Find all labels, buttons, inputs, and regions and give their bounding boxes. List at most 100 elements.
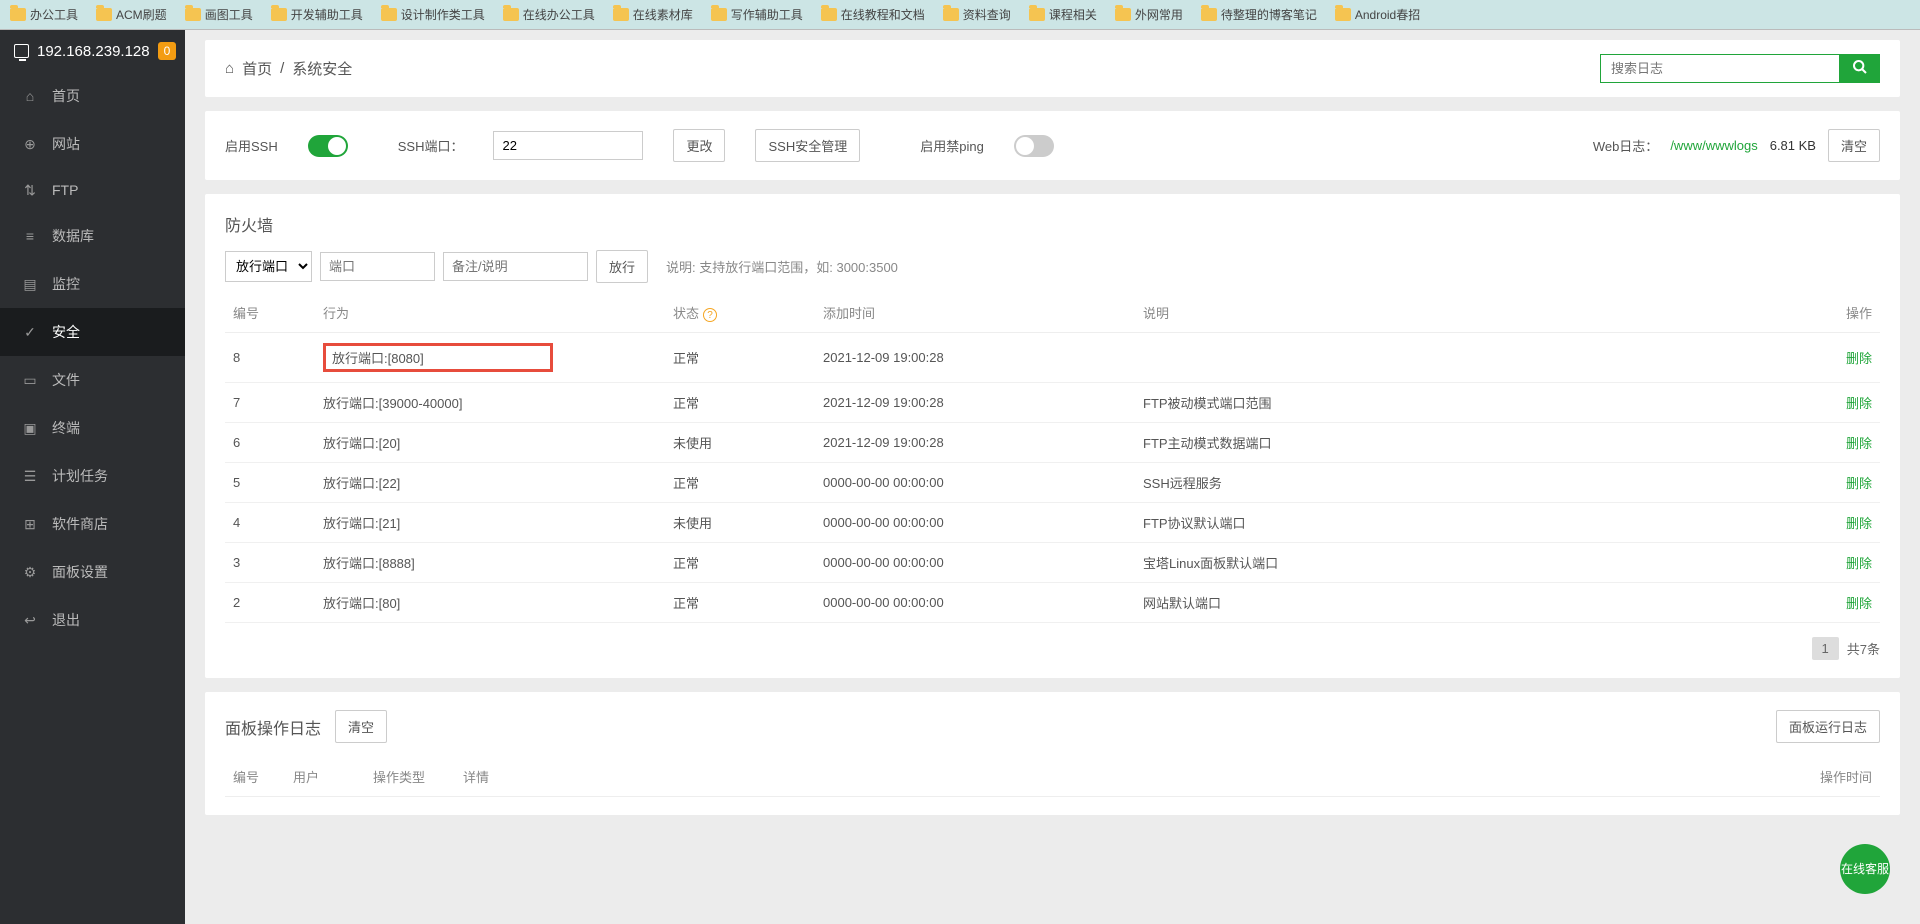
change-port-button[interactable]: 更改	[673, 129, 725, 162]
bookmark-item[interactable]: 资料查询	[943, 6, 1011, 23]
ssh-security-button[interactable]: SSH安全管理	[755, 129, 860, 162]
cell-id: 7	[225, 383, 315, 423]
bookmark-label: Android春招	[1355, 6, 1420, 23]
monitor-icon	[14, 43, 29, 59]
bookmark-item[interactable]: Android春招	[1335, 6, 1420, 23]
col-status: 状态?	[665, 293, 815, 333]
folder-icon: ▭	[22, 372, 38, 388]
pager: 1 共7条	[225, 637, 1880, 660]
gear-icon: ⚙	[22, 564, 38, 580]
cell-status: 正常	[665, 463, 815, 503]
calendar-icon: ☰	[22, 468, 38, 484]
sidebar-item-grid[interactable]: ⊞软件商店	[0, 500, 185, 548]
delete-link[interactable]: 删除	[1846, 436, 1872, 451]
search-button[interactable]	[1840, 54, 1880, 83]
search-input[interactable]	[1600, 54, 1840, 83]
weblog-path[interactable]: /www/wwwlogs	[1670, 138, 1757, 153]
cell-time: 2021-12-09 19:00:28	[815, 423, 1135, 463]
sidebar-item-label: 软件商店	[52, 514, 108, 534]
folder-icon	[271, 8, 287, 21]
delete-link[interactable]: 删除	[1846, 396, 1872, 411]
firewall-table: 编号 行为 状态? 添加时间 说明 操作 8放行端口:[8080]正常2021-…	[225, 293, 1880, 623]
cell-time: 0000-00-00 00:00:00	[815, 543, 1135, 583]
cell-id: 5	[225, 463, 315, 503]
support-fab[interactable]: 在线客服	[1840, 844, 1890, 894]
cell-id: 3	[225, 543, 315, 583]
delete-link[interactable]: 删除	[1846, 516, 1872, 531]
search-box	[1600, 54, 1880, 83]
bookmark-label: 在线办公工具	[523, 6, 595, 23]
bookmark-label: 画图工具	[205, 6, 253, 23]
logout-icon: ↩	[22, 612, 38, 628]
sidebar-item-logout[interactable]: ↩退出	[0, 596, 185, 644]
info-icon[interactable]: ?	[703, 308, 717, 322]
sidebar-item-shield[interactable]: ✓安全	[0, 308, 185, 356]
sidebar-item-home[interactable]: ⌂首页	[0, 72, 185, 120]
ssh-port-label: SSH端口：	[398, 136, 464, 155]
folder-icon	[1201, 8, 1217, 21]
bookmark-item[interactable]: 在线办公工具	[503, 6, 595, 23]
sidebar-item-calendar[interactable]: ☰计划任务	[0, 452, 185, 500]
bookmark-item[interactable]: ACM刷题	[96, 6, 167, 23]
bookmark-item[interactable]: 外网常用	[1115, 6, 1183, 23]
firewall-panel: 防火墙 放行端口 放行 说明: 支持放行端口范围，如: 3000:3500 编号…	[205, 194, 1900, 678]
weblog-clear-button[interactable]: 清空	[1828, 129, 1880, 162]
bookmark-item[interactable]: 画图工具	[185, 6, 253, 23]
col-op: 操作	[1820, 293, 1880, 333]
delete-link[interactable]: 删除	[1846, 596, 1872, 611]
oplog-clear-button[interactable]: 清空	[335, 710, 387, 743]
firewall-action-select[interactable]: 放行端口	[225, 251, 312, 282]
cell-op: 删除	[1820, 383, 1880, 423]
bookmark-label: 办公工具	[30, 6, 78, 23]
sidebar-item-folder[interactable]: ▭ 文件	[0, 356, 185, 404]
bookmark-item[interactable]: 开发辅助工具	[271, 6, 363, 23]
server-ip: 192.168.239.128	[37, 43, 150, 60]
firewall-go-button[interactable]: 放行	[596, 250, 648, 283]
cell-status: 正常	[665, 383, 815, 423]
bookmark-label: 写作辅助工具	[731, 6, 803, 23]
ssh-toggle[interactable]	[308, 135, 348, 157]
sidebar-header: 192.168.239.128 0	[0, 30, 185, 72]
cell-op: 删除	[1820, 503, 1880, 543]
breadcrumb-current: 系统安全	[292, 58, 352, 79]
bookmark-item[interactable]: 办公工具	[10, 6, 78, 23]
ping-toggle[interactable]	[1014, 135, 1054, 157]
globe-icon: ⊕	[22, 136, 38, 152]
cell-time: 0000-00-00 00:00:00	[815, 583, 1135, 623]
shield-icon: ✓	[22, 324, 38, 340]
sidebar-item-gear[interactable]: ⚙面板设置	[0, 548, 185, 596]
delete-link[interactable]: 删除	[1846, 351, 1872, 366]
bookmark-label: 待整理的博客笔记	[1221, 6, 1317, 23]
notification-badge[interactable]: 0	[158, 42, 177, 60]
cell-desc: FTP被动模式端口范围	[1135, 383, 1820, 423]
terminal-icon: ▣	[22, 420, 38, 436]
bookmark-item[interactable]: 待整理的博客笔记	[1201, 6, 1317, 23]
sidebar-item-chart[interactable]: ▤监控	[0, 260, 185, 308]
bookmark-bar: 办公工具 ACM刷题 画图工具 开发辅助工具 设计制作类工具 在线办公工具 在线素材库 写作辅…	[0, 0, 1920, 30]
oplog-col-time: 操作时间	[1760, 757, 1880, 797]
sidebar-item-label: 首页	[52, 86, 80, 106]
bookmark-item[interactable]: 在线教程和文档	[821, 6, 925, 23]
bookmark-item[interactable]: 写作辅助工具	[711, 6, 803, 23]
sidebar-item-label: 文件	[52, 370, 80, 390]
cell-op: 删除	[1820, 543, 1880, 583]
port-input[interactable]	[320, 252, 435, 281]
sidebar-item-db[interactable]: ≡数据库	[0, 212, 185, 260]
bookmark-item[interactable]: 设计制作类工具	[381, 6, 485, 23]
bookmark-item[interactable]: 课程相关	[1029, 6, 1097, 23]
bookmark-item[interactable]: 在线素材库	[613, 6, 693, 23]
breadcrumb-home[interactable]: 首页	[242, 58, 272, 79]
runlog-button[interactable]: 面板运行日志	[1776, 710, 1880, 743]
remark-input[interactable]	[443, 252, 588, 281]
sidebar-item-ftp[interactable]: ⇅FTP	[0, 168, 185, 212]
oplog-col-id: 编号	[225, 757, 285, 797]
table-row: 7放行端口:[39000-40000]正常2021-12-09 19:00:28…	[225, 383, 1880, 423]
ssh-port-input[interactable]	[493, 131, 643, 160]
sidebar-item-terminal[interactable]: ▣终端	[0, 404, 185, 452]
page-number[interactable]: 1	[1812, 637, 1839, 660]
bookmark-label: 在线素材库	[633, 6, 693, 23]
sidebar-item-globe[interactable]: ⊕网站	[0, 120, 185, 168]
table-row: 2放行端口:[80]正常0000-00-00 00:00:00网站默认端口删除	[225, 583, 1880, 623]
delete-link[interactable]: 删除	[1846, 476, 1872, 491]
delete-link[interactable]: 删除	[1846, 556, 1872, 571]
